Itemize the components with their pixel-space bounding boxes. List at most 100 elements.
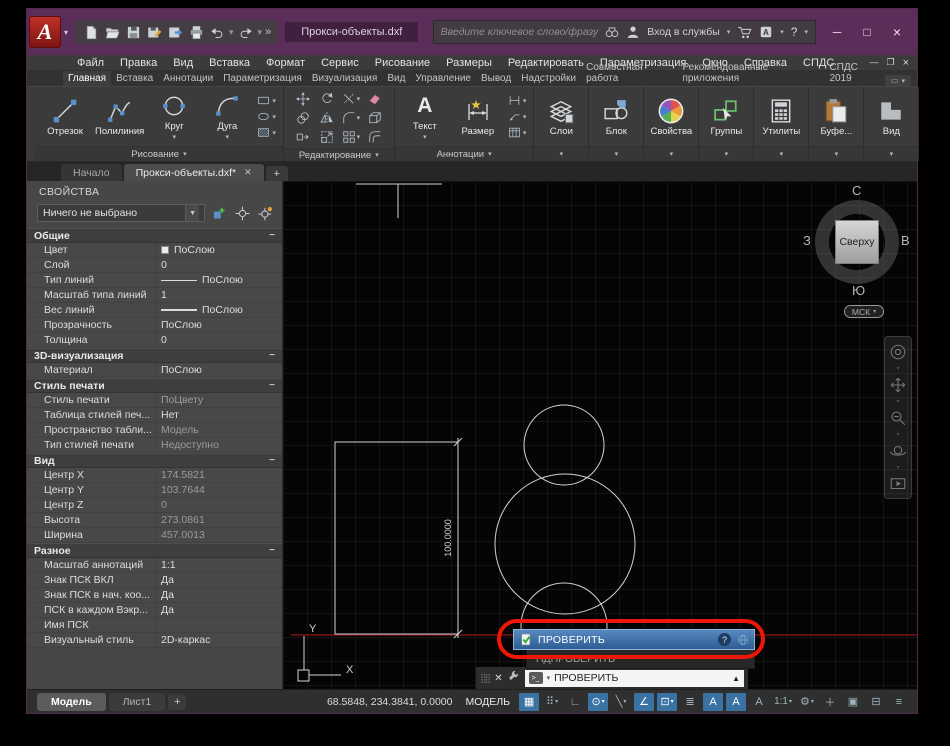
property-value[interactable]: ПоСлою <box>155 303 282 317</box>
ribbon-tab[interactable]: Вставка <box>111 71 158 86</box>
store-cart-icon[interactable] <box>737 25 752 40</box>
status-polar-tracking-icon[interactable]: ⊙▾ <box>588 693 608 711</box>
status-snap-icon[interactable]: ⠿▾ <box>542 693 562 711</box>
panel-caret[interactable]: ▾ <box>534 146 588 161</box>
section-header[interactable]: Разное− <box>27 543 282 558</box>
new-file-tab-button[interactable]: + <box>266 166 288 181</box>
ribbon-button[interactable]: Полилиния <box>95 97 144 137</box>
viewcube[interactable]: С Ю З В Сверху <box>800 185 914 317</box>
property-value[interactable]: ПоСлою <box>155 243 282 257</box>
qat-more-button[interactable]: » <box>265 26 271 38</box>
ribbon-tab[interactable]: Надстройки <box>516 71 581 86</box>
menu-item[interactable]: Сервис <box>313 57 367 69</box>
status-isolate-icon[interactable]: ▣ <box>843 693 863 711</box>
wcs-dropdown[interactable]: МСК▾ <box>844 305 884 318</box>
panel-label-draw[interactable]: Рисование▾ <box>35 146 283 161</box>
status-osnap-icon[interactable]: ⊡▾ <box>657 693 677 711</box>
collapse-icon[interactable]: − <box>269 457 275 465</box>
orbit-icon[interactable] <box>889 442 907 460</box>
menu-item[interactable]: Файл <box>69 57 112 69</box>
collapse-icon[interactable]: − <box>269 232 275 240</box>
new-file-icon[interactable] <box>82 23 100 41</box>
small-top-circle[interactable] <box>524 405 604 485</box>
array-button[interactable]: ▾ <box>342 130 361 144</box>
erase-button[interactable] <box>368 92 382 106</box>
panel-caret[interactable]: ▾ <box>699 146 753 161</box>
table-button[interactable]: ▾ <box>508 126 527 139</box>
pick-flash-icon[interactable] <box>256 204 274 222</box>
ribbon-button[interactable]: Отрезок <box>42 97 88 137</box>
undo-caret-icon[interactable]: ▾ <box>229 27 234 38</box>
ribbon-tab[interactable]: СПДС 2019 <box>825 60 885 86</box>
redo-caret-icon[interactable]: ▾ <box>258 27 263 38</box>
help-question-icon[interactable]: ? <box>718 633 731 646</box>
navigation-bar[interactable]: ▾▾▾▾ <box>884 336 912 499</box>
property-value[interactable]: Модель <box>155 423 282 437</box>
scale-button[interactable] <box>320 130 334 144</box>
navbar-caret-icon[interactable]: ▾ <box>896 431 899 438</box>
panel-caret[interactable]: ▾ <box>589 146 643 161</box>
collapse-icon[interactable]: − <box>269 547 275 555</box>
viewcube-west[interactable]: З <box>803 233 811 248</box>
ribbon-tab[interactable]: Главная <box>63 71 111 86</box>
search-icon[interactable] <box>605 25 619 39</box>
offset-button[interactable] <box>368 130 382 144</box>
ribbon-button[interactable]: Буфе... <box>813 97 859 137</box>
file-tab[interactable]: Начало <box>61 164 122 181</box>
menu-item[interactable]: Правка <box>112 57 165 69</box>
section-header[interactable]: 3D-визуализация− <box>27 348 282 363</box>
property-value[interactable]: 103.7644 <box>155 483 282 497</box>
file-tab[interactable]: Прокси-объекты.dxf*✕ <box>124 164 264 181</box>
undo-icon[interactable] <box>208 23 226 41</box>
command-bar-wrench-icon[interactable] <box>508 669 520 687</box>
rectangle-shape[interactable] <box>335 442 458 634</box>
navbar-caret-icon[interactable]: ▾ <box>896 365 899 372</box>
collapse-icon[interactable]: − <box>269 382 275 390</box>
redo-icon[interactable] <box>237 23 255 41</box>
mirror-button[interactable] <box>320 111 334 125</box>
ribbon-tab[interactable]: Параметризация <box>218 71 307 86</box>
ribbon-tab[interactable]: Аннотации <box>158 71 218 86</box>
pick-point-icon[interactable] <box>233 204 251 222</box>
menu-item[interactable]: Рисование <box>367 57 438 69</box>
status-ortho-icon[interactable]: ∟ <box>565 693 585 711</box>
panel-caret[interactable]: ▾ <box>754 146 808 161</box>
status-isodraft-icon[interactable]: ╲▾ <box>611 693 631 711</box>
command-bar-grip[interactable]: ⣿⣿ <box>480 673 489 684</box>
new-layout-button[interactable]: + <box>168 694 186 710</box>
ellipse-tool-button[interactable]: ▾ <box>257 110 276 123</box>
ribbon-button[interactable]: Блок <box>593 97 639 137</box>
ribbon-tab[interactable]: Совместная работа <box>581 60 677 86</box>
status-grid-icon[interactable]: ▦ <box>519 693 539 711</box>
property-value[interactable]: ПоСлою <box>155 318 282 332</box>
viewcube-face-top[interactable]: Сверху <box>835 220 879 264</box>
status-annotation-visibility-icon[interactable]: A <box>703 693 723 711</box>
drawing-canvas[interactable]: 100.0000 Y X С Ю З В Сверху МСК▾ ▾▾▾▾ ПР… <box>283 181 917 689</box>
property-value[interactable]: 273.0861 <box>155 513 282 527</box>
menu-item[interactable]: Редактировать <box>500 57 592 69</box>
viewcube-south[interactable]: Ю <box>852 283 865 298</box>
property-value[interactable]: Нет <box>155 408 282 422</box>
suggestion-selected[interactable]: ПРОВЕРИТЬ? <box>513 629 755 650</box>
minimize-button[interactable]: ─ <box>823 21 851 43</box>
copy-button[interactable] <box>296 111 310 125</box>
hatch-tool-button[interactable]: ▾ <box>257 126 276 139</box>
help-icon[interactable]: ? <box>791 25 798 39</box>
status-annotation-autoscale-icon[interactable]: A <box>726 693 746 711</box>
ribbon-button[interactable]: Круг▾ <box>151 92 197 141</box>
steering-wheel-icon[interactable] <box>889 343 907 361</box>
panel-caret[interactable]: ▾ <box>864 146 918 161</box>
status-lineweight-icon[interactable]: ≣ <box>680 693 700 711</box>
zoom-icon[interactable] <box>889 409 907 427</box>
status-osnap-tracking-icon[interactable]: ∠ <box>634 693 654 711</box>
app-menu-caret-icon[interactable]: ▾ <box>64 28 68 37</box>
signin-button[interactable]: Вход в службы ▾ <box>647 26 730 38</box>
command-bar-close-icon[interactable]: ✕ <box>494 673 502 684</box>
quick-select-icon[interactable] <box>210 204 228 222</box>
status-hardware-icon[interactable]: ⊟ <box>866 693 886 711</box>
exchange-apps-icon[interactable]: A <box>759 25 773 39</box>
box-button[interactable] <box>368 111 382 125</box>
save-icon[interactable] <box>124 23 142 41</box>
ribbon-button[interactable]: Утилиты <box>758 97 804 137</box>
property-value[interactable]: ПоЦвету <box>155 393 282 407</box>
